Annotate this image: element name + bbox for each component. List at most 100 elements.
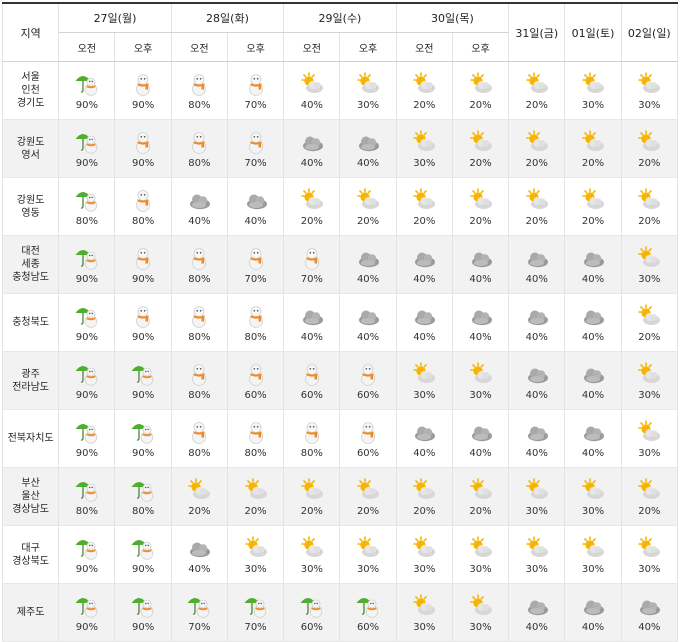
region-name: 강원도 영동 bbox=[1, 177, 60, 236]
precip-probability: 20% bbox=[638, 215, 661, 227]
forecast-cell: 80% bbox=[283, 409, 341, 468]
forecast-cell: 30% bbox=[564, 525, 622, 584]
precip-probability: 80% bbox=[244, 447, 267, 459]
forecast-cell: 90% bbox=[58, 583, 116, 642]
precip-probability: 40% bbox=[300, 331, 323, 343]
forecast-row: 전북자치도 90% 90% 80% 80% 80% 60% 40% 40% 40% 40% 30% bbox=[1, 409, 679, 468]
precip-probability: 80% bbox=[75, 215, 98, 227]
precip-probability: 30% bbox=[469, 389, 492, 401]
forecast-cell: 40% bbox=[508, 583, 566, 642]
precip-probability: 60% bbox=[356, 447, 380, 459]
forecast-cell: 20% bbox=[620, 293, 679, 352]
precip-probability: 80% bbox=[188, 447, 211, 459]
precip-probability: 30% bbox=[356, 563, 380, 575]
snowman-icon bbox=[299, 419, 325, 448]
region-line: 세종 bbox=[21, 259, 40, 270]
precip-probability: 80% bbox=[188, 389, 211, 401]
forecast-cell: 70% bbox=[170, 583, 228, 642]
region-name: 충청북도 bbox=[1, 293, 60, 352]
rain-umbrella-icon bbox=[130, 361, 156, 390]
cloudy-icon bbox=[243, 187, 269, 216]
precip-probability: 90% bbox=[75, 563, 98, 575]
forecast-row: 부산 울산 경상남도 80% 80% 20% 20% 20% 20% 20% 20% 30% 30% 20… bbox=[1, 467, 679, 526]
precip-probability: 30% bbox=[638, 563, 661, 575]
partly-cloudy-icon bbox=[636, 477, 662, 506]
rain-umbrella-icon bbox=[130, 593, 156, 622]
precip-probability: 90% bbox=[75, 389, 98, 401]
region-line: 경기도 bbox=[16, 98, 45, 109]
precip-probability: 20% bbox=[469, 505, 492, 517]
cloudy-icon bbox=[580, 245, 606, 274]
partly-cloudy-icon bbox=[355, 477, 381, 506]
forecast-cell: 30% bbox=[620, 235, 679, 294]
forecast-cell: 70% bbox=[226, 119, 285, 178]
precip-probability: 80% bbox=[300, 447, 323, 459]
partly-cloudy-icon bbox=[355, 71, 381, 100]
snowman-icon bbox=[130, 187, 156, 216]
precip-probability: 30% bbox=[638, 447, 661, 459]
forecast-cell: 40% bbox=[508, 235, 566, 294]
forecast-cell: 40% bbox=[339, 235, 397, 294]
region-line: 부산 bbox=[21, 478, 40, 489]
precip-probability: 30% bbox=[581, 563, 605, 575]
forecast-cell: 40% bbox=[170, 525, 228, 584]
precip-probability: 40% bbox=[244, 215, 267, 227]
rain-umbrella-icon bbox=[130, 535, 156, 564]
precip-probability: 40% bbox=[581, 621, 605, 633]
precip-probability: 80% bbox=[131, 215, 155, 227]
cloudy-icon bbox=[524, 245, 550, 274]
precip-probability: 80% bbox=[188, 157, 211, 169]
forecast-cell: 70% bbox=[283, 235, 341, 294]
partly-cloudy-icon bbox=[636, 419, 662, 448]
cloudy-icon bbox=[580, 303, 606, 332]
partly-cloudy-icon bbox=[355, 187, 381, 216]
partly-cloudy-icon bbox=[636, 535, 662, 564]
cloudy-icon bbox=[468, 419, 494, 448]
rain-umbrella-icon bbox=[74, 71, 100, 100]
region-column-header: 지역 bbox=[1, 2, 60, 62]
rain-umbrella-icon bbox=[74, 477, 100, 506]
precip-probability: 70% bbox=[244, 157, 267, 169]
partly-cloudy-icon bbox=[468, 129, 494, 158]
snowman-icon bbox=[186, 71, 212, 100]
snowman-icon bbox=[186, 303, 212, 332]
snowman-icon bbox=[299, 361, 325, 390]
partly-cloudy-icon bbox=[468, 593, 494, 622]
forecast-cell: 40% bbox=[508, 351, 566, 410]
precip-probability: 20% bbox=[469, 215, 492, 227]
forecast-cell: 20% bbox=[395, 467, 453, 526]
cloudy-icon bbox=[580, 361, 606, 390]
forecast-body: 서울 인천 경기도 90% 90% 80% 70% 40% 30% 20% 20% 20% 30% 30%… bbox=[1, 61, 679, 642]
forecast-cell: 40% bbox=[283, 119, 341, 178]
precip-probability: 40% bbox=[525, 621, 548, 633]
precip-probability: 90% bbox=[75, 273, 98, 285]
forecast-cell: 30% bbox=[395, 119, 453, 178]
forecast-cell: 30% bbox=[620, 525, 679, 584]
precip-probability: 40% bbox=[469, 447, 492, 459]
cloudy-icon bbox=[186, 535, 212, 564]
forecast-cell: 80% bbox=[170, 409, 228, 468]
precip-probability: 40% bbox=[469, 273, 492, 285]
region-name: 대전 세종 충청남도 bbox=[1, 235, 60, 294]
forecast-cell: 20% bbox=[620, 119, 679, 178]
precip-probability: 40% bbox=[300, 157, 323, 169]
forecast-cell: 70% bbox=[226, 235, 285, 294]
precip-probability: 40% bbox=[581, 273, 605, 285]
precip-probability: 40% bbox=[188, 215, 211, 227]
forecast-cell: 80% bbox=[58, 467, 116, 526]
am-header: 오전 bbox=[170, 32, 228, 62]
forecast-cell: 20% bbox=[451, 61, 510, 120]
forecast-row: 강원도 영동 80% 80% 40% 40% 20% 20% 20% 20% 20% 20% 20% bbox=[1, 177, 679, 236]
forecast-cell: 70% bbox=[226, 61, 285, 120]
region-line: 인천 bbox=[21, 85, 40, 96]
precip-probability: 30% bbox=[581, 505, 605, 517]
precip-probability: 70% bbox=[300, 273, 323, 285]
region-line: 대구 bbox=[21, 542, 40, 554]
precip-probability: 90% bbox=[131, 447, 155, 459]
precip-probability: 80% bbox=[188, 331, 211, 343]
forecast-cell: 40% bbox=[451, 235, 510, 294]
partly-cloudy-icon bbox=[580, 535, 606, 564]
rain-umbrella-icon bbox=[74, 419, 100, 448]
precip-probability: 40% bbox=[525, 331, 548, 343]
forecast-cell: 30% bbox=[508, 525, 566, 584]
